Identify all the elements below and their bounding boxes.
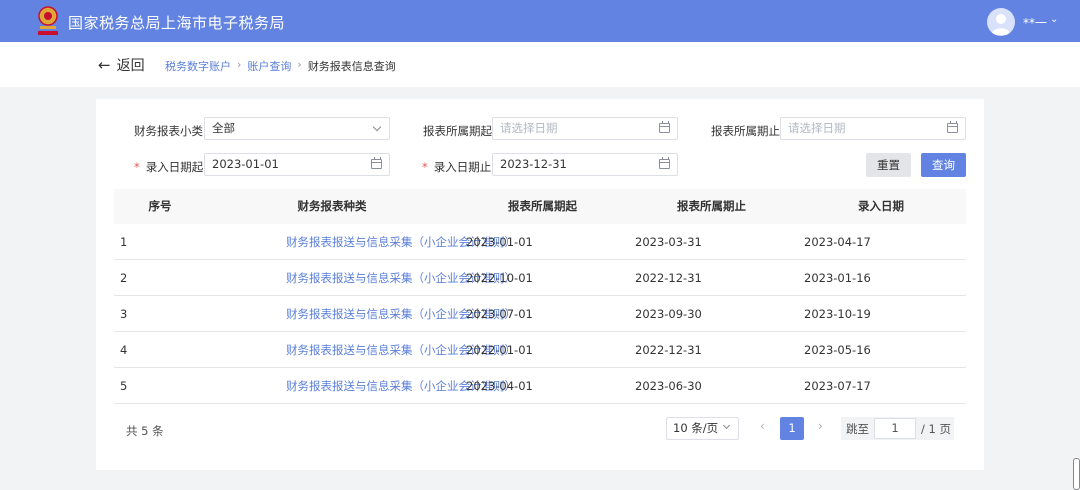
cell-entry-date: 2023-04-17 xyxy=(804,235,871,249)
entry-end-label-text: 录入日期止 xyxy=(433,160,492,174)
report-type-link[interactable]: 财务报表报送与信息采集（小企业会计准则） xyxy=(206,368,516,403)
cell-period-start: 2023-01-01 xyxy=(466,235,533,249)
cell-period-end: 2023-03-31 xyxy=(635,235,702,249)
site-title: 国家税务总局上海市电子税务局 xyxy=(68,14,286,32)
cell-index: 2 xyxy=(120,271,128,285)
column-header-period-start: 报表所属期起 xyxy=(508,199,577,213)
table-row: 3 财务报表报送与信息采集（小企业会计准则） 2023-07-01 2023-0… xyxy=(114,296,966,332)
cell-period-start: 2022-10-01 xyxy=(466,271,533,285)
calendar-icon xyxy=(659,121,670,133)
query-button[interactable]: 查询 xyxy=(921,153,966,177)
scrollbar-thumb[interactable] xyxy=(1073,458,1080,490)
next-page-button[interactable]: › xyxy=(818,419,823,433)
entry-end-value: 2023-12-31 xyxy=(500,157,567,171)
user-icon xyxy=(991,14,1011,35)
column-header-period-end: 报表所属期止 xyxy=(677,199,746,213)
cell-entry-date: 2023-05-16 xyxy=(804,343,871,357)
cell-period-end: 2023-09-30 xyxy=(635,307,702,321)
period-start-label: 报表所属期起 xyxy=(423,124,492,138)
jump-page-input[interactable]: 1 xyxy=(874,418,916,439)
arrow-left-icon: ← xyxy=(98,56,111,74)
calendar-icon xyxy=(947,121,958,133)
table-row: 4 财务报表报送与信息采集（小企业会计准则） 2022-01-01 2022-1… xyxy=(114,332,966,368)
breadcrumb-bar: ← 返回 税务数字账户 › 账户查询 › 财务报表信息查询 xyxy=(0,42,1080,87)
results-table: 序号 财务报表种类 报表所属期起 报表所属期止 录入日期 1 财务报表报送与信息… xyxy=(114,189,966,404)
calendar-icon xyxy=(659,157,670,169)
page-size-value: 10 条/页 xyxy=(673,421,719,435)
period-start-placeholder: 请选择日期 xyxy=(500,121,558,135)
report-type-link[interactable]: 财务报表报送与信息采集（小企业会计准则） xyxy=(206,296,516,331)
cell-index: 1 xyxy=(120,235,128,249)
chevron-down-icon[interactable]: ⌄ xyxy=(1050,14,1058,25)
table-header: 序号 财务报表种类 报表所属期起 报表所属期止 录入日期 xyxy=(114,189,966,224)
entry-start-input[interactable]: 2023-01-01 xyxy=(204,153,390,176)
report-type-link[interactable]: 财务报表报送与信息采集（小企业会计准则） xyxy=(206,332,516,367)
cell-index: 5 xyxy=(120,379,128,393)
breadcrumb-separator: › xyxy=(237,58,242,71)
required-mark: * xyxy=(422,160,428,174)
top-header: 国家税务总局上海市电子税务局 **一 ⌄ xyxy=(0,0,1080,42)
jump-label: 跳至 xyxy=(846,422,869,436)
entry-start-label-text: 录入日期起 xyxy=(145,160,204,174)
tax-emblem-icon xyxy=(38,6,58,35)
entry-end-label: * 录入日期止 xyxy=(422,159,491,175)
category-label: 财务报表小类 xyxy=(134,124,203,138)
category-value: 全部 xyxy=(212,121,235,135)
category-select[interactable]: 全部 xyxy=(204,117,390,140)
report-type-link[interactable]: 财务报表报送与信息采集（小企业会计准则） xyxy=(206,260,516,295)
avatar[interactable] xyxy=(987,8,1015,36)
breadcrumb: 税务数字账户 › 账户查询 › 财务报表信息查询 xyxy=(165,58,396,74)
cell-entry-date: 2023-01-16 xyxy=(804,271,871,285)
cell-index: 4 xyxy=(120,343,128,357)
required-mark: * xyxy=(134,160,140,174)
cell-period-end: 2022-12-31 xyxy=(635,343,702,357)
total-count: 共 5 条 xyxy=(126,424,164,438)
period-end-input[interactable]: 请选择日期 xyxy=(780,117,966,140)
period-start-input[interactable]: 请选择日期 xyxy=(492,117,678,140)
cell-period-end: 2022-12-31 xyxy=(635,271,702,285)
cell-period-start: 2023-07-01 xyxy=(466,307,533,321)
period-end-placeholder: 请选择日期 xyxy=(788,121,846,135)
page-number-current[interactable]: 1 xyxy=(780,417,804,440)
breadcrumb-item-tax-account[interactable]: 税务数字账户 xyxy=(165,58,231,74)
report-type-link[interactable]: 财务报表报送与信息采集（小企业会计准则） xyxy=(206,224,516,259)
table-row: 1 财务报表报送与信息采集（小企业会计准则） 2023-01-01 2023-0… xyxy=(114,224,966,260)
back-button[interactable]: ← 返回 xyxy=(98,55,145,75)
column-header-report-type: 财务报表种类 xyxy=(297,199,367,213)
prev-page-button[interactable]: ‹ xyxy=(760,419,765,433)
entry-start-label: * 录入日期起 xyxy=(134,159,203,175)
cell-period-end: 2023-06-30 xyxy=(635,379,702,393)
table-row: 5 财务报表报送与信息采集（小企业会计准则） 2023-04-01 2023-0… xyxy=(114,368,966,404)
calendar-icon xyxy=(371,157,382,169)
page-jumper: 跳至 1 / 1 页 xyxy=(841,417,954,440)
reset-button[interactable]: 重置 xyxy=(866,153,911,177)
chevron-down-icon xyxy=(722,421,731,430)
total-pages: / 1 页 xyxy=(921,422,952,436)
cell-entry-date: 2023-10-19 xyxy=(804,307,871,321)
user-name[interactable]: **一 xyxy=(1023,14,1047,31)
column-header-index: 序号 xyxy=(148,199,172,213)
period-end-label: 报表所属期止 xyxy=(711,124,780,138)
cell-period-start: 2022-01-01 xyxy=(466,343,533,357)
cell-period-start: 2023-04-01 xyxy=(466,379,533,393)
cell-entry-date: 2023-07-17 xyxy=(804,379,871,393)
chevron-down-icon xyxy=(372,122,382,132)
breadcrumb-separator: › xyxy=(297,58,302,71)
column-header-entry-date: 录入日期 xyxy=(858,199,904,213)
cell-index: 3 xyxy=(120,307,128,321)
entry-start-value: 2023-01-01 xyxy=(212,157,279,171)
breadcrumb-item-account-query[interactable]: 账户查询 xyxy=(247,58,291,74)
query-card: 财务报表小类 全部 报表所属期起 请选择日期 报表所属期止 请选择日期 * 录入日… xyxy=(96,99,984,470)
entry-end-input[interactable]: 2023-12-31 xyxy=(492,153,678,176)
table-row: 2 财务报表报送与信息采集（小企业会计准则） 2022-10-01 2022-1… xyxy=(114,260,966,296)
page-size-select[interactable]: 10 条/页 xyxy=(666,417,739,440)
breadcrumb-item-current: 财务报表信息查询 xyxy=(307,60,396,73)
back-label: 返回 xyxy=(116,58,145,74)
